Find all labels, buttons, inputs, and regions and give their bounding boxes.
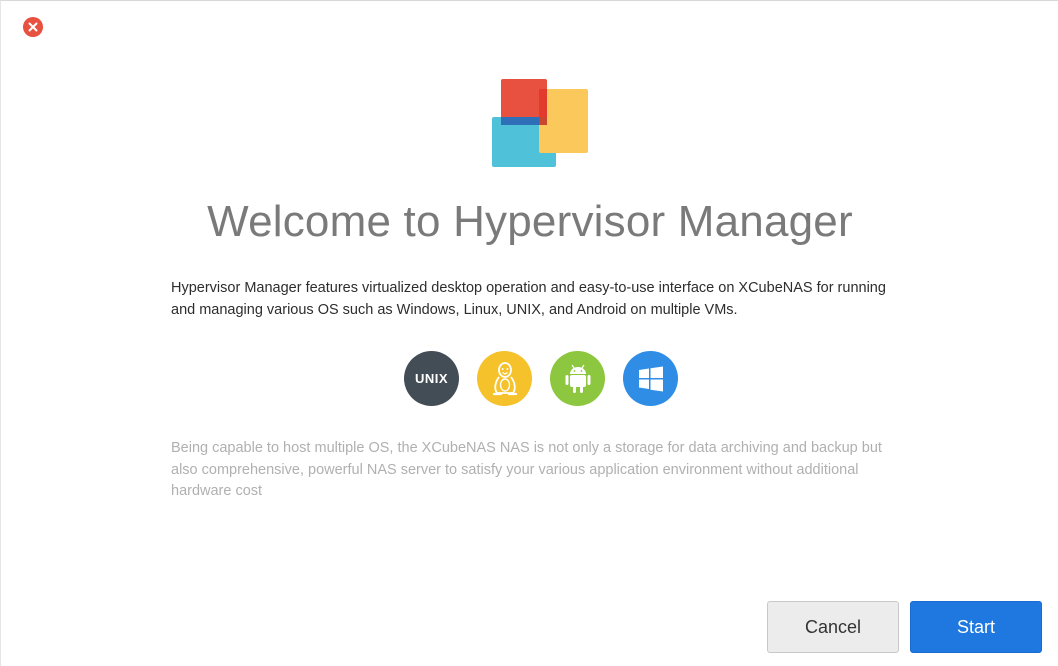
tux-glyph bbox=[492, 361, 517, 395]
os-icons-row: UNIX bbox=[404, 351, 678, 407]
android-icon bbox=[550, 351, 605, 406]
start-button[interactable]: Start bbox=[910, 601, 1042, 653]
description-text: Hypervisor Manager features virtualized … bbox=[171, 280, 886, 318]
linux-icon bbox=[477, 351, 532, 406]
cancel-button[interactable]: Cancel bbox=[767, 601, 899, 653]
unix-icon: UNIX bbox=[404, 351, 459, 406]
welcome-dialog: Welcome to Hypervisor Manager Hypervisor… bbox=[0, 0, 1058, 666]
android-robot-glyph bbox=[565, 364, 590, 393]
page-title: Welcome to Hypervisor Manager bbox=[207, 197, 853, 246]
secondary-description-text: Being capable to host multiple OS, the X… bbox=[171, 440, 882, 499]
close-x-glyph bbox=[28, 22, 38, 32]
unix-label: UNIX bbox=[414, 371, 449, 386]
close-icon[interactable] bbox=[23, 17, 43, 37]
windows-logo-glyph bbox=[638, 366, 663, 391]
windows-icon bbox=[623, 351, 678, 406]
hypervisor-manager-logo bbox=[492, 79, 588, 167]
